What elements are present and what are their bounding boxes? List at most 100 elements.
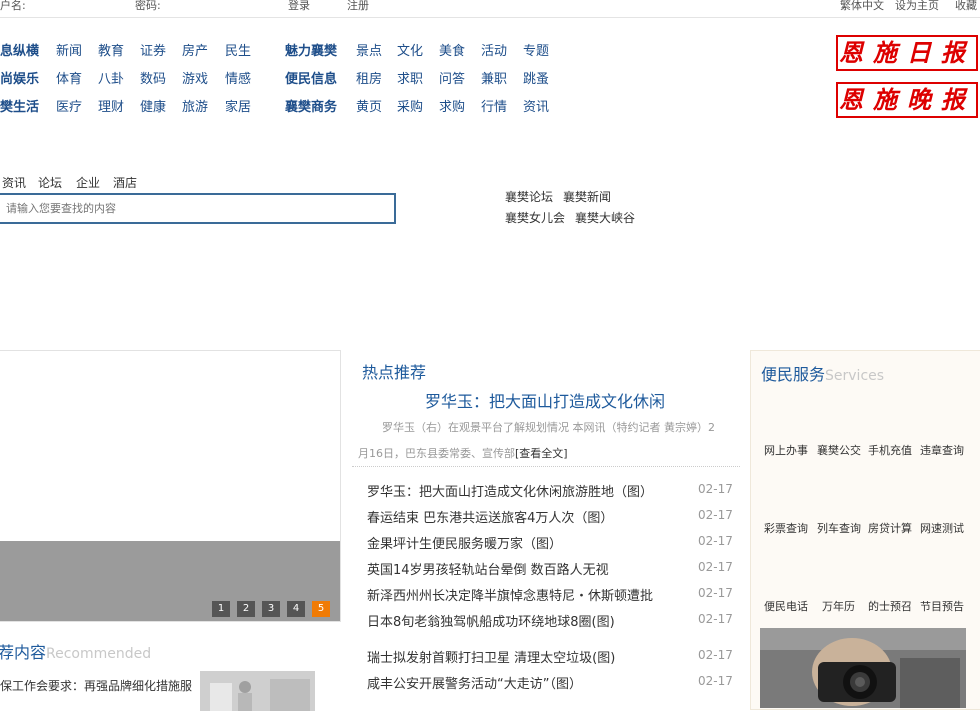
nav-item[interactable]: 跳蚤 (523, 68, 549, 87)
nav-item[interactable]: 行情 (481, 96, 507, 115)
nav-item[interactable]: 旅游 (182, 96, 208, 115)
search-tab-hotel[interactable]: 酒店 (113, 174, 137, 191)
recommended-item[interactable]: 保工作会要求：再强品牌细化措施服 (0, 677, 192, 694)
news-item[interactable]: 日本8旬老翁独驾帆船成功环绕地球8圈(图) 02-17 (367, 611, 737, 631)
news-date: 02-17 (698, 482, 733, 496)
service-link[interactable]: 房贷计算 (868, 520, 912, 536)
news-item[interactable]: 新泽西州州长决定降半旗悼念惠特尼・休斯顿遭批 02-17 (367, 585, 737, 605)
search-tab-news[interactable]: 资讯 (2, 174, 26, 191)
nav-item[interactable]: 资讯 (523, 96, 549, 115)
set-homepage-link[interactable]: 设为主页 (895, 0, 939, 13)
slide-page-button-active[interactable]: 5 (312, 601, 330, 617)
hot-link[interactable]: 襄樊大峡谷 (575, 209, 635, 226)
hot-title: 热点推荐 (362, 363, 427, 382)
news-item[interactable]: 瑞士拟发射首颗打扫卫星 清理太空垃圾(图) 02-17 (367, 647, 737, 667)
nav-item[interactable]: 景点 (356, 40, 382, 59)
news-title[interactable]: 日本8旬老翁独驾帆船成功环绕地球8圈(图) (367, 615, 615, 630)
news-title[interactable]: 英国14岁男孩轻轨站台晕倒 数百路人无视 (367, 563, 609, 578)
enshi-evening-logo[interactable]: 恩施晚报 (836, 82, 978, 118)
register-link[interactable]: 注册 (347, 0, 369, 13)
news-item[interactable]: 咸丰公安开展警务活动“大走访”（图） 02-17 (367, 673, 737, 693)
login-button[interactable]: 登录 (288, 0, 310, 13)
news-title[interactable]: 新泽西州州长决定降半旗悼念惠特尼・休斯顿遭批 (367, 589, 653, 604)
service-link[interactable]: 的士预召 (868, 598, 912, 614)
service-link[interactable]: 便民电话 (764, 598, 808, 614)
service-link[interactable]: 彩票查询 (764, 520, 808, 536)
news-title[interactable]: 罗华玉：把大面山打造成文化休闲旅游胜地（图） (367, 485, 653, 500)
nav-item[interactable]: 黄页 (356, 96, 382, 115)
nav-item[interactable]: 理财 (98, 96, 124, 115)
read-more-link[interactable]: [查看全文] (515, 447, 568, 460)
service-link[interactable]: 节目预告 (920, 598, 964, 614)
service-link[interactable]: 万年历 (822, 598, 855, 614)
nav-item[interactable]: 求购 (439, 96, 465, 115)
nav-item[interactable]: 家居 (225, 96, 251, 115)
hot-headline[interactable]: 罗华玉：把大面山打造成文化休闲 (350, 388, 740, 412)
nav-item[interactable]: 证券 (140, 40, 166, 59)
nav-item[interactable]: 采购 (397, 96, 423, 115)
news-title[interactable]: 春运结束 巴东港共运送旅客4万人次（图） (367, 511, 613, 526)
slide-page-button[interactable]: 2 (237, 601, 255, 617)
service-link[interactable]: 襄樊公交 (817, 442, 861, 458)
image-slideshow[interactable] (0, 350, 341, 622)
recommended-thumbnail[interactable] (200, 671, 315, 711)
services-title-en: Services (825, 368, 885, 384)
news-date: 02-17 (698, 612, 733, 626)
news-date: 02-17 (698, 508, 733, 522)
hot-link[interactable]: 襄樊女儿会 (505, 209, 565, 226)
news-title[interactable]: 瑞士拟发射首颗打扫卫星 清理太空垃圾(图) (367, 651, 615, 666)
nav-item[interactable]: 健康 (140, 96, 166, 115)
nav-item[interactable]: 美食 (439, 40, 465, 59)
search-input[interactable] (0, 193, 396, 224)
news-item[interactable]: 金果坪计生便民服务暖万家（图） 02-17 (367, 533, 737, 553)
nav-item[interactable]: 新闻 (56, 40, 82, 59)
password-label: 密码: (135, 0, 161, 12)
nav-item[interactable]: 问答 (439, 68, 465, 87)
nav-item[interactable]: 求职 (397, 68, 423, 87)
service-link[interactable]: 违章查询 (920, 442, 964, 458)
nav-item[interactable]: 襄樊商务 (285, 96, 337, 115)
news-title[interactable]: 咸丰公安开展警务活动“大走访”（图） (367, 677, 582, 692)
nav-item[interactable]: 专题 (523, 40, 549, 59)
enshi-daily-logo[interactable]: 恩施日报 (836, 35, 978, 71)
slide-page-button[interactable]: 4 (287, 601, 305, 617)
nav-item[interactable]: 便民信息 (285, 68, 337, 87)
bookmark-link[interactable]: 收藏 (955, 0, 977, 13)
service-link[interactable]: 手机充值 (868, 442, 912, 458)
hot-link[interactable]: 襄樊论坛 (505, 188, 553, 205)
nav-item[interactable]: 魅力襄樊 (285, 40, 337, 59)
service-link[interactable]: 网速测试 (920, 520, 964, 536)
nav-item[interactable]: 八卦 (98, 68, 124, 87)
traditional-chinese-link[interactable]: 繁体中文 (840, 0, 884, 13)
nav-item[interactable]: 租房 (356, 68, 382, 87)
news-item[interactable]: 英国14岁男孩轻轨站台晕倒 数百路人无视 02-17 (367, 559, 737, 579)
nav-item[interactable]: 数码 (140, 68, 166, 87)
hot-summary: 罗华玉（右）在观景平台了解规划情况 本网讯（特约记者 黄宗婷）2月16日，巴东县… (358, 415, 718, 467)
nav-item[interactable]: 教育 (98, 40, 124, 59)
hot-link[interactable]: 襄樊新闻 (563, 188, 611, 205)
slide-page-button[interactable]: 3 (262, 601, 280, 617)
search-tab-company[interactable]: 企业 (76, 174, 100, 191)
nav-item[interactable]: 体育 (56, 68, 82, 87)
service-link[interactable]: 列车查询 (817, 520, 861, 536)
news-item[interactable]: 春运结束 巴东港共运送旅客4万人次（图） 02-17 (367, 507, 737, 527)
search-tab-forum[interactable]: 论坛 (38, 174, 62, 191)
nav-item[interactable]: 情感 (225, 68, 251, 87)
nav-item[interactable]: 游戏 (182, 68, 208, 87)
nav-item[interactable]: 文化 (397, 40, 423, 59)
photographer-image[interactable] (760, 628, 966, 708)
slide-page-button[interactable]: 1 (212, 601, 230, 617)
news-item[interactable]: 罗华玉：把大面山打造成文化休闲旅游胜地（图） 02-17 (367, 481, 737, 501)
news-title[interactable]: 金果坪计生便民服务暖万家（图） (367, 537, 562, 552)
nav-item[interactable]: 活动 (481, 40, 507, 59)
nav-item[interactable]: 尚娱乐 (0, 68, 39, 87)
nav-item[interactable]: 民生 (225, 40, 251, 59)
nav-item[interactable]: 房产 (182, 40, 208, 59)
divider (352, 466, 740, 467)
nav-item[interactable]: 兼职 (481, 68, 507, 87)
nav-item[interactable]: 樊生活 (0, 96, 39, 115)
news-date: 02-17 (698, 674, 733, 688)
nav-item[interactable]: 医疗 (56, 96, 82, 115)
service-link[interactable]: 网上办事 (764, 442, 808, 458)
nav-item[interactable]: 息纵横 (0, 40, 39, 59)
